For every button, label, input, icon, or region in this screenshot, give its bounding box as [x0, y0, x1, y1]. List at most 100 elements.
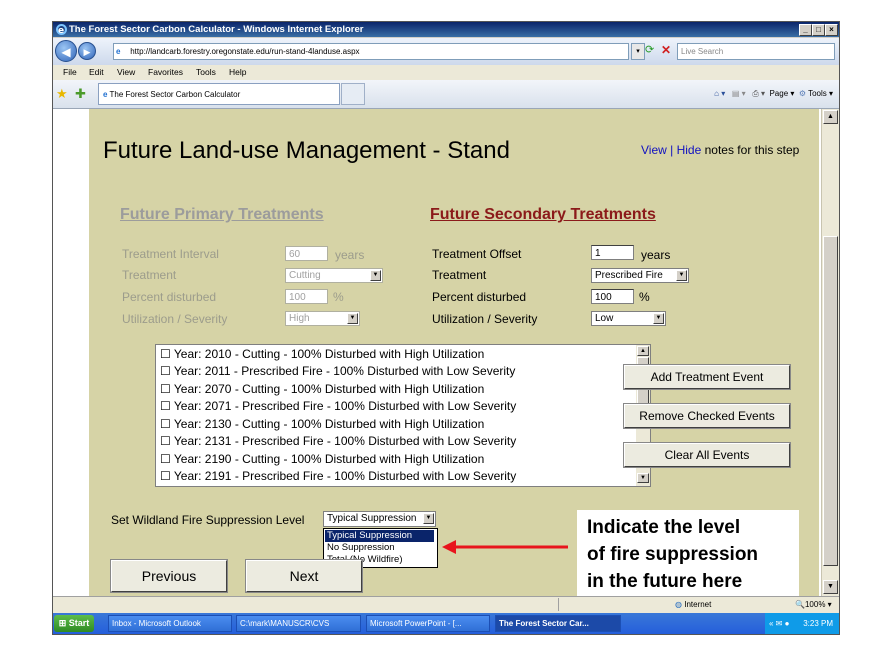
tray-icons[interactable]: « ✉ ● [765, 619, 789, 628]
primary-util-select: High ▼ [285, 311, 360, 326]
print-icon[interactable]: ⎙ ▾ [752, 89, 765, 98]
list-item[interactable]: ☐ Year: 2071 - Prescribed Fire - 100% Di… [160, 399, 516, 413]
search-input[interactable]: Live Search [677, 43, 835, 60]
page-menu[interactable]: Page ▾ [769, 89, 794, 98]
treatment-events-list[interactable]: ☐ Year: 2010 - Cutting - 100% Disturbed … [155, 344, 651, 487]
windows-logo-icon: ⊞ [58, 618, 67, 628]
minimize-button[interactable]: _ [799, 24, 812, 36]
chevron-down-icon: ▼ [347, 313, 358, 324]
scroll-up-icon[interactable]: ▲ [823, 110, 838, 124]
secondary-offset-unit: years [641, 248, 671, 262]
option-no-suppression[interactable]: No Suppression [325, 542, 395, 554]
scroll-up-icon[interactable]: ▲ [637, 346, 649, 356]
tab-page-icon: e [103, 90, 108, 99]
url-dropdown-icon[interactable]: ▾ [631, 43, 645, 60]
add-treatment-event-button[interactable]: Add Treatment Event [623, 364, 791, 390]
secondary-treatment-select[interactable]: Prescribed Fire ▼ [591, 268, 689, 283]
taskbar-item-powerpoint[interactable]: Microsoft PowerPoint - [... [366, 615, 490, 632]
refresh-icon[interactable]: ⟳ [645, 43, 659, 58]
list-item[interactable]: ☐ Year: 2011 - Prescribed Fire - 100% Di… [160, 364, 515, 378]
suppression-select[interactable]: Typical Suppression ▼ [323, 511, 436, 527]
menu-edit[interactable]: Edit [89, 65, 104, 80]
start-button[interactable]: ⊞ Start [54, 615, 94, 632]
chevron-down-icon: ▼ [653, 313, 664, 324]
primary-treatment-select: Cutting ▼ [285, 268, 383, 283]
menu-file[interactable]: File [63, 65, 77, 80]
secondary-offset-input[interactable]: 1 [591, 245, 634, 260]
suppression-label: Set Wildland Fire Suppression Level [111, 513, 305, 527]
favorites-star-icon[interactable]: ★ [56, 86, 68, 102]
forward-button[interactable]: ▶ [78, 42, 96, 60]
list-item[interactable]: ☐ Year: 2070 - Cutting - 100% Disturbed … [160, 382, 484, 396]
browser-window: e The Forest Sector Carbon Calculator - … [52, 21, 840, 635]
close-button[interactable]: × [825, 24, 838, 36]
clear-all-events-button[interactable]: Clear All Events [623, 442, 791, 468]
callout-line-1: Indicate the level [587, 517, 741, 538]
hide-notes-link[interactable]: Hide [677, 143, 702, 157]
status-bar: ◍ Internet 🔍100% ▾ [53, 596, 839, 613]
secondary-offset-label: Treatment Offset [432, 247, 522, 261]
list-item[interactable]: ☐ Year: 2131 - Prescribed Fire - 100% Di… [160, 434, 516, 448]
feeds-icon[interactable]: ▤ ▾ [732, 89, 746, 98]
taskbar-item-folder[interactable]: C:\mark\MANUSCR\CVS [236, 615, 361, 632]
primary-percent-input: 100 [285, 289, 328, 304]
page-icon: e [116, 47, 121, 56]
secondary-treatment-label: Treatment [432, 268, 487, 282]
notes-toggle: View | Hide notes for this step [641, 143, 800, 157]
primary-util-label: Utilization / Severity [122, 312, 228, 326]
add-favorites-icon[interactable]: ✚ [75, 86, 86, 102]
page-scroll-thumb[interactable] [823, 236, 838, 566]
secondary-util-select[interactable]: Low ▼ [591, 311, 666, 326]
red-arrow-icon [442, 540, 568, 554]
primary-percent-label: Percent disturbed [122, 290, 217, 304]
page-content: Future Land-use Management - Stand View … [89, 109, 819, 596]
menu-help[interactable]: Help [229, 65, 246, 80]
menu-view[interactable]: View [117, 65, 135, 80]
secondary-util-label: Utilization / Severity [432, 312, 538, 326]
home-icon[interactable]: ⌂ ▾ [714, 89, 725, 98]
secondary-percent-label: Percent disturbed [432, 290, 527, 304]
address-bar: ◀ ▶ e http://landcarb.forestry.oregonsta… [53, 38, 839, 65]
primary-interval-input: 60 [285, 246, 328, 261]
tools-menu[interactable]: Tools ▾ [808, 89, 833, 98]
stop-icon[interactable]: ✕ [661, 43, 675, 58]
taskbar: ⊞ Start Inbox - Microsoft Outlook C:\mar… [53, 613, 839, 634]
status-panels [558, 598, 669, 611]
tab-bar: ★ ✚ e The Forest Sector Carbon Calculato… [53, 80, 839, 109]
secondary-percent-unit: % [639, 290, 650, 304]
list-item[interactable]: ☐ Year: 2191 - Prescribed Fire - 100% Di… [160, 469, 516, 483]
tab-active[interactable]: e The Forest Sector Carbon Calculator [98, 83, 340, 105]
zoom-icon: 🔍 [795, 600, 805, 609]
option-typical-suppression[interactable]: Typical Suppression [325, 530, 434, 542]
menu-bar: File Edit View Favorites Tools Help [53, 65, 839, 80]
zoom-level[interactable]: 🔍100% ▾ [795, 597, 832, 612]
remove-checked-events-button[interactable]: Remove Checked Events [623, 403, 791, 429]
url-field[interactable]: e http://landcarb.forestry.oregonstate.e… [113, 43, 629, 60]
taskbar-item-ie[interactable]: The Forest Sector Car... [495, 615, 621, 632]
list-item[interactable]: ☐ Year: 2010 - Cutting - 100% Disturbed … [160, 347, 484, 361]
view-notes-link[interactable]: View [641, 143, 667, 157]
maximize-button[interactable]: □ [812, 24, 825, 36]
previous-button[interactable]: Previous [110, 559, 228, 593]
list-item[interactable]: ☐ Year: 2130 - Cutting - 100% Disturbed … [160, 417, 484, 431]
callout-line-3: in the future here [587, 571, 743, 592]
command-bar: ⌂ ▾ ▤ ▾ ⎙ ▾ Page ▾ ⚙ Tools ▾ [714, 83, 833, 105]
status-zone: ◍ Internet [675, 600, 712, 609]
globe-icon: ◍ [675, 600, 682, 609]
menu-favorites[interactable]: Favorites [148, 65, 183, 80]
notes-suffix: notes for this step [701, 143, 800, 157]
chevron-down-icon: ▼ [676, 270, 687, 281]
taskbar-item-outlook[interactable]: Inbox - Microsoft Outlook [108, 615, 232, 632]
back-button[interactable]: ◀ [55, 40, 77, 62]
secondary-percent-input[interactable]: 100 [591, 289, 634, 304]
page-scrollbar[interactable]: ▲ ▼ [821, 109, 839, 596]
primary-interval-label: Treatment Interval [122, 247, 219, 261]
window-title: The Forest Sector Carbon Calculator - Wi… [69, 24, 364, 35]
scroll-down-icon[interactable]: ▼ [637, 473, 649, 483]
scroll-down-icon[interactable]: ▼ [823, 580, 838, 594]
next-button[interactable]: Next [245, 559, 363, 593]
system-tray: « ✉ ● 3:23 PM [765, 613, 839, 634]
list-item[interactable]: ☐ Year: 2190 - Cutting - 100% Disturbed … [160, 452, 484, 466]
menu-tools[interactable]: Tools [196, 65, 216, 80]
new-tab-button[interactable] [341, 83, 365, 105]
